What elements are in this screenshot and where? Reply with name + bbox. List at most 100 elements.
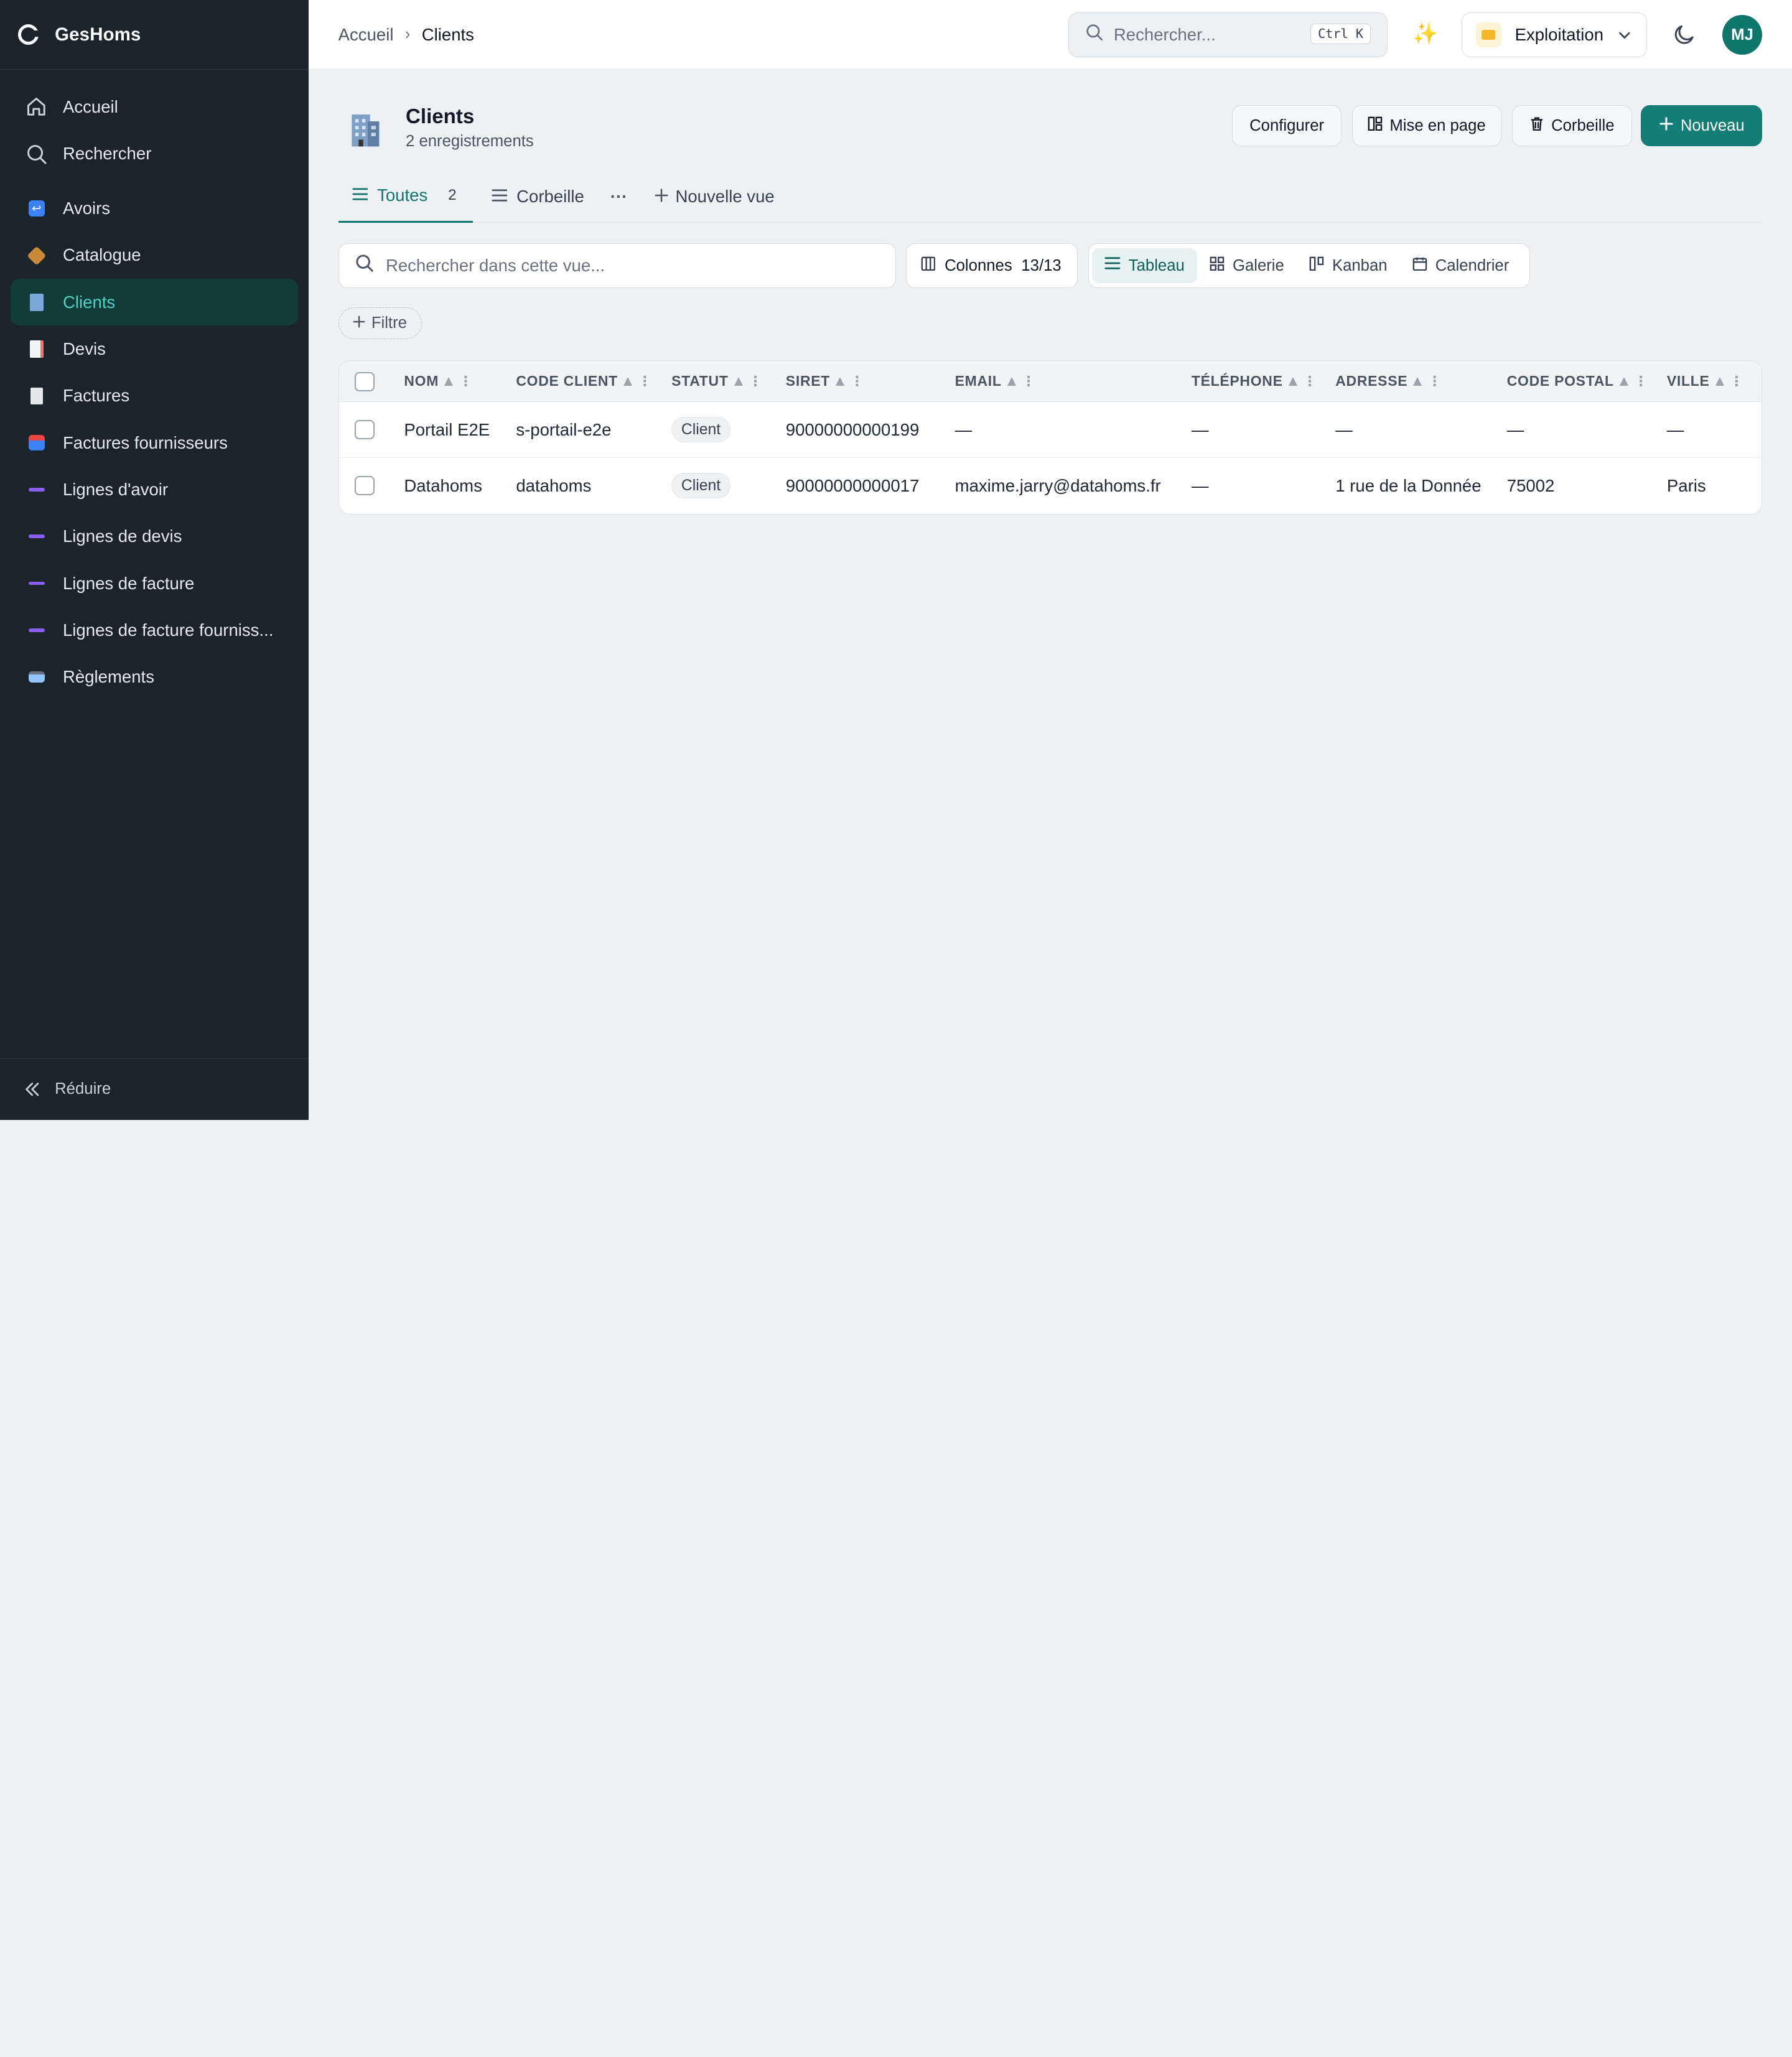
tab-corbeille[interactable]: Corbeille	[492, 170, 584, 223]
line-icon	[24, 477, 49, 502]
cell-nom[interactable]: Portail E2E	[404, 402, 490, 458]
tab-label: Toutes	[377, 185, 428, 205]
sidebar-item-devis[interactable]: Devis	[11, 325, 299, 372]
column-title: CODE POSTAL	[1506, 373, 1614, 389]
row-checkbox[interactable]	[355, 476, 375, 496]
column-title: NOM	[404, 373, 439, 389]
package-icon	[24, 243, 49, 268]
list-icon	[1104, 256, 1121, 274]
column-header-siret[interactable]: SIRET ⋮	[786, 361, 864, 402]
column-header-code-client[interactable]: CODE CLIENT ⋮	[516, 361, 651, 402]
sidebar-item-factures[interactable]: Factures	[11, 373, 299, 419]
column-menu-icon[interactable]: ⋮	[850, 373, 864, 389]
select-all-checkbox[interactable]	[355, 371, 375, 392]
keyboard-shortcut-badge: Ctrl K	[1310, 23, 1371, 45]
cell-siret: 90000000000017	[785, 475, 920, 495]
column-header-email[interactable]: EMAIL ⋮	[955, 361, 1035, 402]
sidebar-item-label: Lignes de facture	[62, 573, 195, 593]
workspace-selector[interactable]: Exploitation	[1462, 12, 1647, 57]
column-menu-icon[interactable]: ⋮	[1730, 373, 1743, 389]
column-menu-icon[interactable]: ⋮	[749, 373, 762, 389]
table-row[interactable]: Datahoms datahoms Client 90000000000017 …	[339, 458, 1762, 514]
column-menu-icon[interactable]: ⋮	[1303, 373, 1317, 389]
table-row[interactable]: Portail E2E s-portail-e2e Client 9000000…	[338, 402, 1762, 458]
sidebar-item-factures-fournisseurs[interactable]: Factures fournisseurs	[11, 419, 299, 466]
grid-icon	[1210, 256, 1225, 276]
column-title: STATUT	[671, 373, 729, 389]
column-title: SIRET	[785, 373, 831, 389]
column-header-statut[interactable]: STATUT ⋮	[671, 361, 762, 402]
sidebar-item-clients[interactable]: Clients	[10, 279, 299, 326]
main-area: Accueil › Clients Rechercher... Ctrl K ✨…	[308, 0, 1792, 1120]
tab-toutes[interactable]: Toutes 2	[338, 170, 474, 223]
view-toolbar: Rechercher dans cette vue... Colonnes 13…	[338, 223, 1763, 340]
cell-code-client: s-portail-e2e	[516, 419, 612, 439]
new-record-button[interactable]: Nouveau	[1641, 105, 1763, 147]
view-tableau-button[interactable]: Tableau	[1092, 248, 1198, 284]
sort-icon[interactable]	[1288, 377, 1297, 386]
cell-statut: Client	[671, 458, 730, 514]
sort-icon[interactable]	[1007, 377, 1016, 386]
breadcrumb-home-link[interactable]: Accueil	[338, 25, 394, 45]
sort-icon[interactable]	[444, 377, 454, 386]
sidebar-item-lignes-devis[interactable]: Lignes de devis	[11, 513, 299, 560]
sidebar-item-lignes-facture[interactable]: Lignes de facture	[11, 560, 299, 607]
breadcrumb: Accueil › Clients	[338, 25, 474, 45]
new-view-button[interactable]: Nouvelle vue	[655, 170, 775, 223]
configure-button[interactable]: Configurer	[1231, 105, 1342, 147]
collapse-sidebar-button[interactable]: Réduire	[0, 1058, 309, 1120]
view-calendrier-button[interactable]: Calendrier	[1400, 248, 1522, 284]
sidebar-item-catalogue[interactable]: Catalogue	[11, 232, 299, 279]
sidebar-item-accueil[interactable]: Accueil	[11, 83, 299, 130]
sort-icon[interactable]	[1413, 377, 1422, 386]
view-search-input[interactable]: Rechercher dans cette vue...	[338, 243, 896, 288]
sidebar-item-lignes-avoir[interactable]: Lignes d'avoir	[11, 466, 299, 513]
sidebar-item-label: Factures	[62, 386, 130, 406]
sort-icon[interactable]	[734, 377, 743, 386]
column-header-code-postal[interactable]: CODE POSTAL ⋮	[1507, 361, 1648, 402]
new-view-label: Nouvelle vue	[675, 186, 775, 206]
inbox-icon	[24, 430, 49, 455]
columns-button[interactable]: Colonnes 13/13	[906, 243, 1078, 288]
column-header-ville[interactable]: VILLE ⋮	[1667, 361, 1743, 402]
column-menu-icon[interactable]: ⋮	[1022, 373, 1035, 389]
column-header-nom[interactable]: NOM ⋮	[404, 361, 472, 402]
avatar[interactable]: MJ	[1722, 14, 1763, 55]
sidebar-item-reglements[interactable]: Règlements	[11, 653, 299, 700]
sparkle-icon[interactable]: ✨	[1412, 22, 1438, 46]
column-header-adresse[interactable]: ADRESSE ⋮	[1335, 361, 1441, 402]
cell-nom[interactable]: Datahoms	[404, 458, 482, 514]
brand[interactable]: GesHoms	[0, 0, 309, 70]
sidebar-item-rechercher[interactable]: Rechercher	[11, 130, 299, 177]
view-label: Galerie	[1232, 256, 1284, 274]
column-menu-icon[interactable]: ⋮	[1634, 373, 1648, 389]
chevron-down-icon	[1617, 27, 1633, 48]
moon-icon[interactable]	[1672, 22, 1697, 52]
sort-icon[interactable]	[1715, 377, 1724, 386]
sidebar-item-lignes-facture-fournisseur[interactable]: Lignes de facture fourniss...	[11, 607, 299, 653]
sidebar-item-avoirs[interactable]: ↩ Avoirs	[11, 185, 299, 232]
new-label: Nouveau	[1680, 116, 1745, 134]
view-kanban-button[interactable]: Kanban	[1297, 248, 1400, 284]
more-views-button[interactable]: ···	[610, 170, 628, 223]
column-menu-icon[interactable]: ⋮	[1428, 373, 1442, 389]
column-menu-icon[interactable]: ⋮	[459, 373, 472, 389]
column-menu-icon[interactable]: ⋮	[638, 373, 651, 389]
sort-icon[interactable]	[623, 377, 633, 386]
sidebar-item-label: Accueil	[62, 96, 118, 116]
view-galerie-button[interactable]: Galerie	[1197, 248, 1297, 284]
global-search-input[interactable]: Rechercher... Ctrl K	[1068, 12, 1388, 57]
column-header-telephone[interactable]: TÉLÉPHONE ⋮	[1192, 361, 1317, 402]
columns-label: Colonnes	[945, 256, 1012, 274]
page-content: Clients 2 enregistrements Configurer Mis…	[309, 70, 1792, 340]
page-header: Clients 2 enregistrements Configurer Mis…	[338, 70, 1763, 170]
sort-icon[interactable]	[836, 377, 845, 386]
status-badge: Client	[671, 417, 730, 443]
row-checkbox[interactable]	[355, 420, 375, 440]
trash-button[interactable]: Corbeille	[1511, 105, 1632, 147]
search-placeholder: Rechercher...	[1113, 25, 1216, 45]
columns-count: 13/13	[1021, 256, 1062, 274]
layout-button[interactable]: Mise en page	[1351, 105, 1502, 147]
sort-icon[interactable]	[1619, 377, 1628, 386]
add-filter-button[interactable]: Filtre	[338, 307, 422, 340]
